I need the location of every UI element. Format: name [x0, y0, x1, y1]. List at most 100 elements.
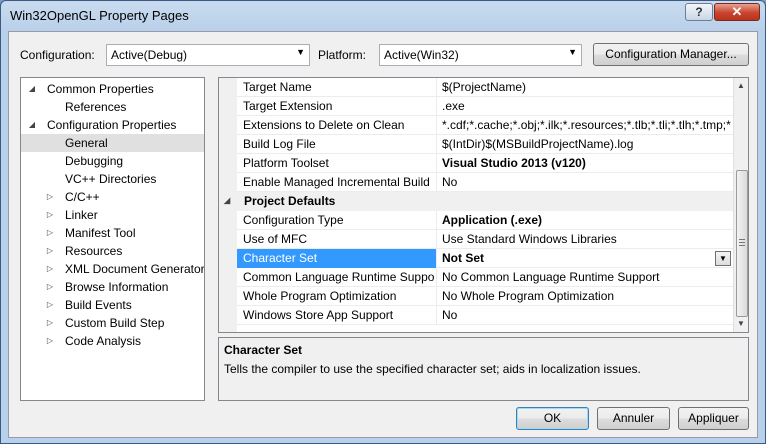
property-value[interactable]: *.cdf;*.cache;*.obj;*.ilk;*.resources;*.… [442, 118, 732, 132]
tree-item[interactable]: ▷ Manifest Tool [21, 224, 204, 242]
platform-value: Active(Win32) [384, 48, 459, 62]
property-row[interactable]: Windows Store App Support No [237, 306, 733, 325]
vertical-scrollbar[interactable]: ▲ ▼ [733, 78, 748, 332]
thumb-grip [739, 245, 745, 246]
window-title: Win32OpenGL Property Pages [10, 8, 189, 23]
category-tree[interactable]: ◢ Common Properties References ◢ Configurati… [20, 77, 205, 401]
tree-item-label: Build Events [65, 298, 132, 312]
tree-item[interactable]: ▷ Custom Build Step [21, 314, 204, 332]
property-row[interactable]: Build Log File $(IntDir)$(MSBuildProjectN… [237, 135, 733, 154]
tree-item-label: Configuration Properties [47, 118, 177, 132]
property-name: Build Log File [243, 137, 316, 151]
scroll-down-icon[interactable]: ▼ [737, 319, 745, 328]
title-bar[interactable]: Win32OpenGL Property Pages ? ✕ [1, 1, 765, 31]
expand-arrow-icon[interactable]: ▷ [45, 206, 55, 224]
tree-item-label: Code Analysis [65, 334, 142, 348]
expand-arrow-icon[interactable]: ▷ [45, 260, 55, 278]
tree-item[interactable]: ▷ C/C++ [21, 188, 204, 206]
expand-arrow-icon[interactable]: ▷ [45, 332, 55, 350]
tree-item-label: Browse Information [65, 280, 169, 294]
property-value[interactable]: No Common Language Runtime Support [442, 270, 732, 284]
expand-arrow-icon[interactable]: ▷ [45, 296, 55, 314]
tree-item-label: General [65, 136, 108, 150]
collapse-arrow-icon[interactable]: ◢ [27, 80, 37, 98]
property-row[interactable]: Character Set Not Set ▼ [237, 249, 733, 268]
scroll-thumb[interactable] [736, 170, 748, 317]
column-divider [436, 173, 437, 192]
platform-select[interactable]: Active(Win32) ▼ [379, 44, 582, 66]
tree-item[interactable]: ◢ Configuration Properties [21, 116, 204, 134]
property-name: Target Name [243, 80, 312, 94]
expand-arrow-icon[interactable]: ▷ [45, 188, 55, 206]
property-row[interactable]: Whole Program Optimization No Whole Progr… [237, 287, 733, 306]
tree-item[interactable]: VC++ Directories [21, 170, 204, 188]
expand-arrow-icon[interactable]: ▷ [45, 314, 55, 332]
tree-item[interactable]: ▷ Resources [21, 242, 204, 260]
platform-label: Platform: [318, 48, 367, 62]
chevron-down-icon: ▼ [296, 47, 305, 57]
column-divider [436, 230, 437, 249]
column-divider [436, 287, 437, 306]
column-divider [436, 135, 437, 154]
property-value[interactable]: No Whole Program Optimization [442, 289, 732, 303]
property-row[interactable]: Configuration Type Application (.exe) [237, 211, 733, 230]
property-row[interactable]: Enable Managed Incremental Build No [237, 173, 733, 192]
property-row[interactable]: Common Language Runtime Support No Common… [237, 268, 733, 287]
tree-item[interactable]: ▷ XML Document Generator [21, 260, 204, 278]
category-title: Project Defaults [244, 194, 336, 208]
property-row[interactable]: Platform Toolset Visual Studio 2013 (v120… [237, 154, 733, 173]
configuration-select[interactable]: Active(Debug) ▼ [106, 44, 310, 66]
column-divider [436, 249, 437, 268]
property-name: Character Set [243, 251, 318, 265]
dropdown-arrow-icon[interactable]: ▼ [715, 251, 731, 266]
tree-item[interactable]: ◢ Common Properties [21, 80, 204, 98]
property-value[interactable]: No [442, 308, 732, 322]
tree-item[interactable]: References [21, 98, 204, 116]
close-button[interactable]: ✕ [714, 3, 760, 21]
property-row[interactable]: Target Extension .exe [237, 97, 733, 116]
tree-item[interactable]: ▷ Browse Information [21, 278, 204, 296]
column-divider [436, 78, 437, 97]
tree-item[interactable]: ▷ Linker [21, 206, 204, 224]
scroll-up-icon[interactable]: ▲ [737, 81, 745, 90]
property-name: Platform Toolset [243, 156, 329, 170]
apply-button[interactable]: Appliquer [678, 407, 749, 430]
property-row[interactable]: Extensions to Delete on Clean *.cdf;*.cac… [237, 116, 733, 135]
property-row[interactable]: Use of MFC Use Standard Windows Libraries [237, 230, 733, 249]
property-value[interactable]: $(ProjectName) [442, 80, 732, 94]
property-value[interactable]: No [442, 175, 732, 189]
tree-item-label: C/C++ [65, 190, 100, 204]
property-value[interactable]: Application (.exe) [442, 213, 732, 227]
property-name: Common Language Runtime Support [243, 270, 435, 284]
cancel-button[interactable]: Annuler [597, 407, 670, 430]
property-value[interactable]: Visual Studio 2013 (v120) [442, 156, 732, 170]
description-panel: Character Set Tells the compiler to use … [218, 337, 749, 401]
property-value[interactable]: Not Set [442, 251, 732, 265]
property-value[interactable]: .exe [442, 99, 732, 113]
tree-item-label: Custom Build Step [65, 316, 165, 330]
ok-button[interactable]: OK [516, 407, 589, 430]
expand-arrow-icon[interactable]: ▷ [45, 242, 55, 260]
property-name: Windows Store App Support [243, 308, 394, 322]
collapse-arrow-icon[interactable]: ◢ [224, 196, 230, 205]
property-value[interactable]: Use Standard Windows Libraries [442, 232, 732, 246]
property-grid[interactable]: ▲ ▼ Target Name $(ProjectName) Target Exte… [218, 77, 749, 333]
property-name: Use of MFC [243, 232, 308, 246]
expand-arrow-icon[interactable]: ▷ [45, 278, 55, 296]
property-value[interactable]: $(IntDir)$(MSBuildProjectName).log [442, 137, 732, 151]
column-divider [436, 306, 437, 325]
column-divider [436, 268, 437, 287]
expand-arrow-icon[interactable]: ▷ [45, 224, 55, 242]
tree-item-label: XML Document Generator [65, 262, 205, 276]
tree-item[interactable]: ▷ Build Events [21, 296, 204, 314]
tree-item[interactable]: General [21, 134, 204, 152]
collapse-arrow-icon[interactable]: ◢ [27, 116, 37, 134]
dialog-client: Configuration: Active(Debug) ▼ Platform:… [8, 31, 758, 438]
tree-item[interactable]: ▷ Code Analysis [21, 332, 204, 350]
configuration-manager-button[interactable]: Configuration Manager... [593, 43, 749, 66]
help-button[interactable]: ? [685, 3, 713, 21]
tree-item-label: Linker [65, 208, 98, 222]
category-header[interactable]: ◢ Project Defaults [219, 192, 733, 211]
property-row[interactable]: Target Name $(ProjectName) [237, 78, 733, 97]
tree-item[interactable]: Debugging [21, 152, 204, 170]
